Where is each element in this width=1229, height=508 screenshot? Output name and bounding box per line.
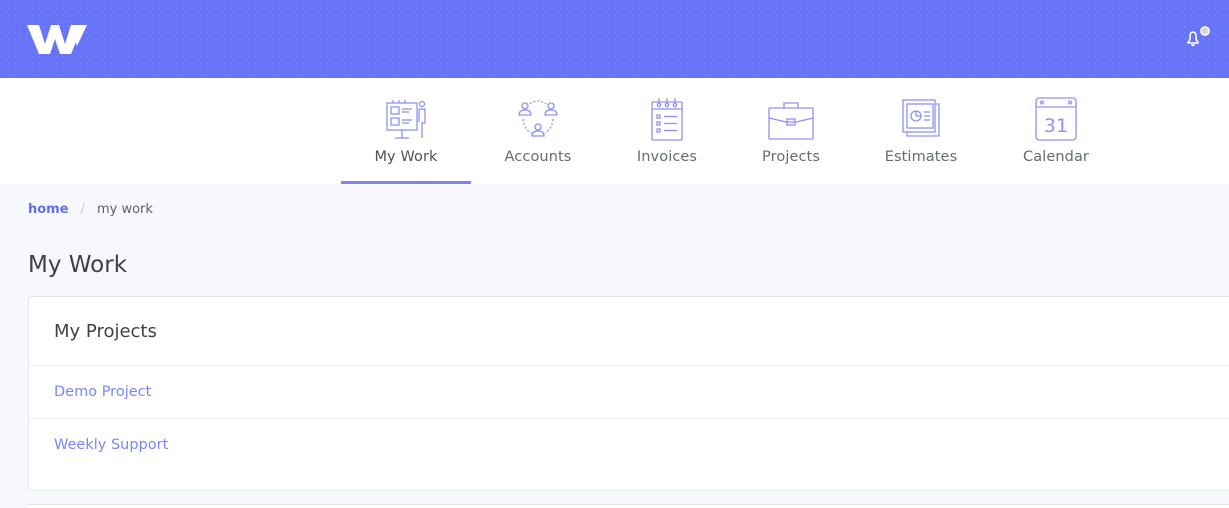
active-tab-indicator xyxy=(341,181,471,184)
my-work-icon xyxy=(386,100,426,139)
brand-logo[interactable] xyxy=(27,22,89,56)
breadcrumb-home-link[interactable]: home xyxy=(28,202,69,217)
nav-item-invoices[interactable]: Invoices xyxy=(607,78,727,184)
top-header-bar xyxy=(0,0,1229,78)
my-projects-card: My Projects Demo Project Weekly Support xyxy=(28,296,1229,491)
nav-label: My Work xyxy=(374,149,438,165)
breadcrumb: home / my work xyxy=(28,202,153,217)
projects-icon xyxy=(768,102,814,140)
project-row: Weekly Support xyxy=(29,418,1229,470)
main-nav: My Work Accounts Invoices Projects Estim… xyxy=(0,78,1229,184)
nav-item-estimates[interactable]: Estimates xyxy=(861,78,981,184)
breadcrumb-current: my work xyxy=(96,202,153,217)
nav-item-accounts[interactable]: Accounts xyxy=(478,78,598,184)
page-title: My Work xyxy=(28,252,128,278)
card-header: My Projects xyxy=(29,297,1229,366)
calendar-day-number: 31 xyxy=(1044,115,1068,137)
nav-label: Projects xyxy=(762,149,820,165)
nav-label: Estimates xyxy=(884,149,958,165)
bell-icon[interactable] xyxy=(1182,26,1212,50)
breadcrumb-separator: / xyxy=(80,202,85,217)
estimates-icon xyxy=(902,99,940,137)
nav-label: Accounts xyxy=(504,149,572,165)
nav-item-my-work[interactable]: My Work xyxy=(346,78,466,184)
nav-label: Invoices xyxy=(636,149,698,165)
card-title: My Projects xyxy=(54,320,157,342)
next-card-edge xyxy=(28,504,1229,508)
project-link-demo-project[interactable]: Demo Project xyxy=(54,384,151,400)
calendar-icon: 31 xyxy=(1035,97,1077,141)
project-row: Demo Project xyxy=(29,366,1229,418)
notification-dot xyxy=(1200,26,1210,36)
nav-item-calendar[interactable]: 31 Calendar xyxy=(996,78,1116,184)
nav-item-projects[interactable]: Projects xyxy=(731,78,851,184)
nav-label: Calendar xyxy=(1022,149,1089,165)
accounts-icon xyxy=(518,100,558,137)
project-link-weekly-support[interactable]: Weekly Support xyxy=(54,437,168,453)
invoices-icon xyxy=(651,98,683,141)
